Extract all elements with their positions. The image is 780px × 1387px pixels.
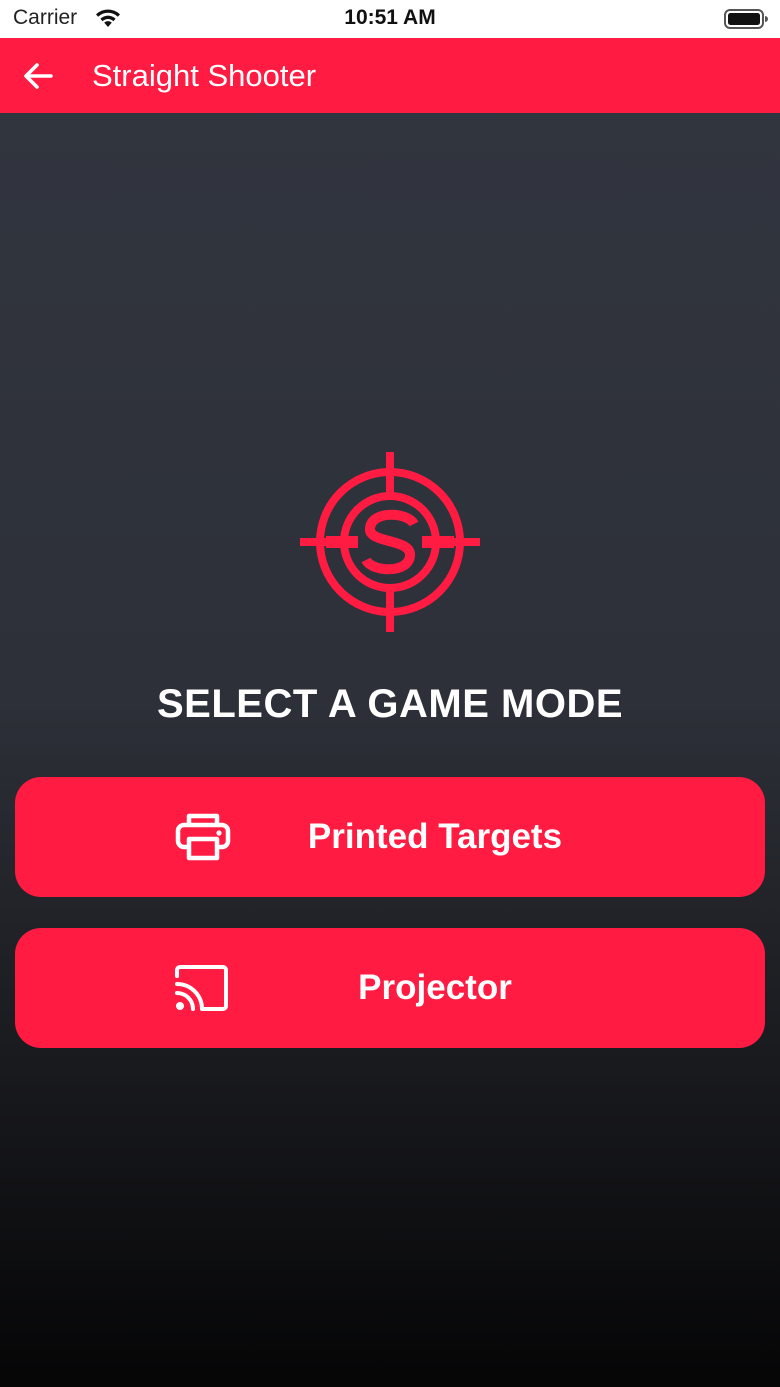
status-bar: Carrier 10:51 AM xyxy=(0,0,780,38)
back-button[interactable] xyxy=(18,56,58,96)
projector-button[interactable]: Projector xyxy=(15,928,765,1048)
app-title: Straight Shooter xyxy=(92,58,317,93)
target-s-logo xyxy=(300,452,480,632)
printed-targets-button[interactable]: Printed Targets xyxy=(15,777,765,897)
printed-targets-label: Printed Targets xyxy=(307,817,563,856)
battery-icon xyxy=(724,9,768,29)
screen: Carrier 10:51 AM Straight Shooter SELECT… xyxy=(0,0,780,1387)
app-bar: Straight Shooter xyxy=(0,38,780,113)
game-mode-heading: SELECT A GAME MODE xyxy=(156,682,624,726)
arrow-left-icon xyxy=(24,63,53,89)
projector-label: Projector xyxy=(358,968,512,1007)
status-time: 10:51 AM xyxy=(344,6,436,29)
